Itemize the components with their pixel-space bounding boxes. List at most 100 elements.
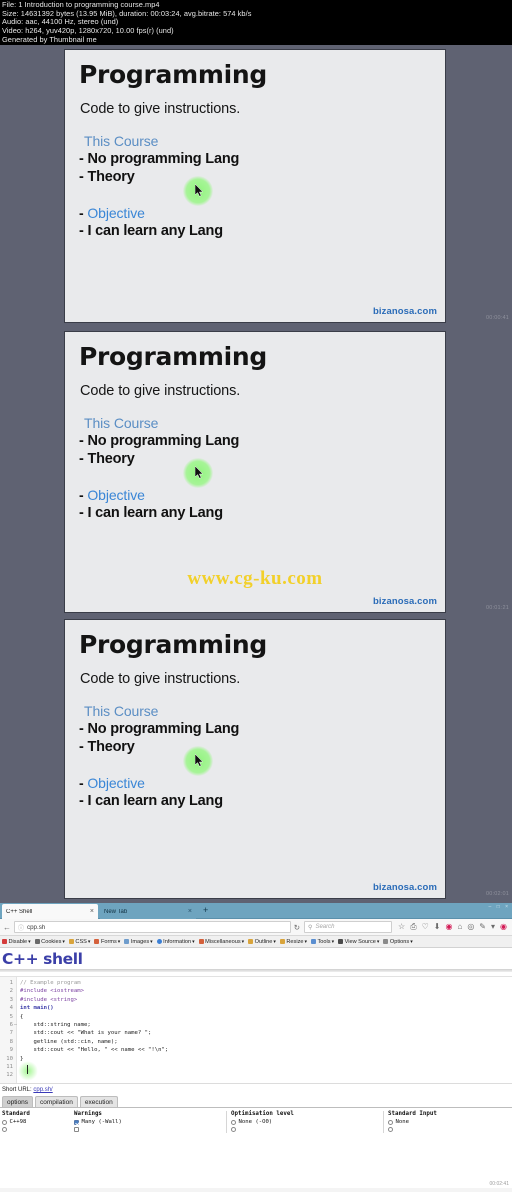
devtool-outline[interactable]: Outline ▾ (248, 939, 276, 945)
line-number: 9 (9, 1047, 13, 1054)
option-row[interactable] (231, 1126, 373, 1132)
slide-subtitle: Code to give instructions. (80, 383, 241, 399)
slide-subtitle: Code to give instructions. (80, 101, 241, 117)
line-number: 10 (6, 1055, 13, 1062)
objective-dash: - (79, 205, 84, 221)
new-tab-button[interactable]: + (203, 905, 208, 916)
radio-icon[interactable] (2, 1126, 7, 1132)
tab-cpp-shell[interactable]: C++ Shell × (2, 904, 98, 919)
radio-icon[interactable] (388, 1119, 393, 1125)
chevron-down-icon[interactable]: ▾ (491, 922, 495, 932)
subtab-compilation[interactable]: compilation (34, 1096, 78, 1107)
devtool-label: Resize (286, 938, 304, 945)
option-group-standard: Standard C++98 (2, 1111, 74, 1133)
short-url-link[interactable]: cpp.sh/ (33, 1087, 52, 1093)
screen: File: 1 Introduction to programming cour… (0, 0, 512, 1192)
devtool-tools[interactable]: Tools ▾ (311, 939, 334, 945)
objective-dash: - (79, 487, 84, 503)
devtool-disable[interactable]: Disable ▾ (2, 939, 31, 945)
chevron-down-icon: ▾ (28, 938, 31, 945)
back-arrow-icon[interactable]: ← (3, 923, 11, 932)
devtool-css[interactable]: CSS ▾ (68, 938, 91, 945)
tab-label: C++ Shell (6, 908, 33, 915)
css-icon (68, 939, 74, 944)
record-icon[interactable]: ◉ (445, 922, 452, 932)
code-editor[interactable]: 1 2 3 4 5 6 7 8 9 10 11 12 – // Example … (0, 976, 512, 1084)
slide-3: Programming Code to give instructions. T… (65, 620, 445, 898)
line-number: 1 (9, 980, 13, 986)
option-row[interactable] (74, 1126, 216, 1132)
option-label: C++98 (9, 1119, 27, 1125)
video-info-header: File: 1 Introduction to programming cour… (0, 0, 512, 45)
reload-icon[interactable]: ↻ (294, 923, 300, 932)
slide-objective-bullet: - I can learn any Lang (79, 505, 223, 521)
devtool-label: Images (130, 938, 150, 945)
chevron-down-icon: ▾ (87, 938, 91, 945)
bookmark-star-icon[interactable]: ☆ (398, 922, 405, 932)
slide-bullet: - No programming Lang (79, 721, 240, 737)
checkbox-icon[interactable] (74, 1126, 79, 1132)
downloads-icon[interactable]: ⬇ (434, 922, 441, 932)
radio-icon[interactable] (231, 1126, 236, 1132)
address-bar[interactable]: ⓘ cpp.sh (14, 921, 291, 933)
tab-new-tab[interactable]: New Tab × (100, 904, 196, 919)
devtool-miscellaneous[interactable]: Miscellaneous ▾ (198, 939, 244, 945)
tools-icon (311, 939, 317, 944)
devtool-cookies[interactable]: Cookies ▾ (34, 938, 65, 945)
option-heading: Warnings (74, 1111, 102, 1117)
site-info-icon[interactable]: ⓘ (18, 923, 24, 932)
cpp-shell-page: C++ shell 1 2 3 4 5 6 7 8 9 10 11 12 – /… (0, 948, 512, 1188)
edit-pencil-icon[interactable]: ✎ (479, 922, 486, 932)
subtab-execution[interactable]: execution (79, 1096, 118, 1107)
option-row[interactable]: Many (-Wall) (74, 1119, 216, 1125)
code-line: #include <iostream> (20, 988, 84, 995)
devtool-view-source[interactable]: View Source ▾ (338, 939, 379, 945)
devtool-images[interactable]: Images ▾ (124, 938, 153, 945)
reader-icon[interactable]: ⎙ (410, 922, 416, 932)
option-group-standard-input: Standard Input None (388, 1111, 508, 1133)
short-url-label: Short URL: (2, 1087, 32, 1093)
search-input[interactable]: ⚲ Search (304, 921, 393, 933)
code-line: #include <string> (20, 996, 78, 1003)
close-icon[interactable]: × (87, 908, 94, 915)
extension-icon[interactable]: ◉ (500, 922, 507, 932)
devtool-label: Information (163, 938, 192, 945)
option-row[interactable]: C++98 (2, 1119, 68, 1125)
radio-icon[interactable] (2, 1119, 7, 1125)
code-line: // Example program (20, 980, 81, 986)
option-heading: Standard Input (388, 1111, 437, 1117)
radio-icon[interactable] (231, 1119, 236, 1125)
miscellaneous-icon (198, 939, 204, 944)
devtool-options[interactable]: Options ▾ (383, 939, 413, 945)
window-controls[interactable]: – □ × (489, 904, 511, 910)
code-line: getline (std::cin, name); (20, 1038, 118, 1045)
slide-bullet: - Theory (79, 169, 135, 185)
option-row[interactable]: None (388, 1119, 502, 1125)
subtab-options[interactable]: options (2, 1096, 33, 1107)
options-icon (383, 939, 389, 944)
devtool-label: Cookies (41, 938, 62, 945)
cpp-shell-subtabs: options compilation execution (0, 1095, 512, 1108)
line-number: 5 (9, 1013, 13, 1020)
addon-circle-icon[interactable]: ◎ (467, 922, 474, 932)
chevron-down-icon: ▾ (192, 938, 195, 945)
devtool-forms[interactable]: Forms ▾ (94, 939, 120, 945)
code-content[interactable]: // Example program #include <iostream> #… (20, 977, 512, 1063)
option-row[interactable] (2, 1126, 68, 1132)
option-row[interactable] (388, 1126, 502, 1132)
code-fold-icon[interactable]: – (14, 1021, 17, 1029)
code-line: int main() (20, 1005, 54, 1012)
radio-icon[interactable] (388, 1126, 393, 1132)
code-line: { (20, 1013, 24, 1020)
checkbox-icon[interactable] (74, 1119, 79, 1125)
slide-bullet: - Theory (79, 739, 135, 755)
home-icon[interactable]: ⌂ (457, 922, 462, 932)
close-icon[interactable]: × (185, 908, 192, 915)
pocket-icon[interactable]: ♡ (422, 922, 429, 932)
code-line: std::cout << "What is your name? "; (20, 1030, 152, 1037)
outline-icon (248, 939, 254, 944)
option-row[interactable]: None (-O0) (231, 1119, 373, 1125)
line-number-gutter: 1 2 3 4 5 6 7 8 9 10 11 12 (0, 977, 17, 1083)
devtool-resize[interactable]: Resize ▾ (279, 938, 307, 945)
devtool-information[interactable]: Information ▾ (156, 938, 195, 945)
